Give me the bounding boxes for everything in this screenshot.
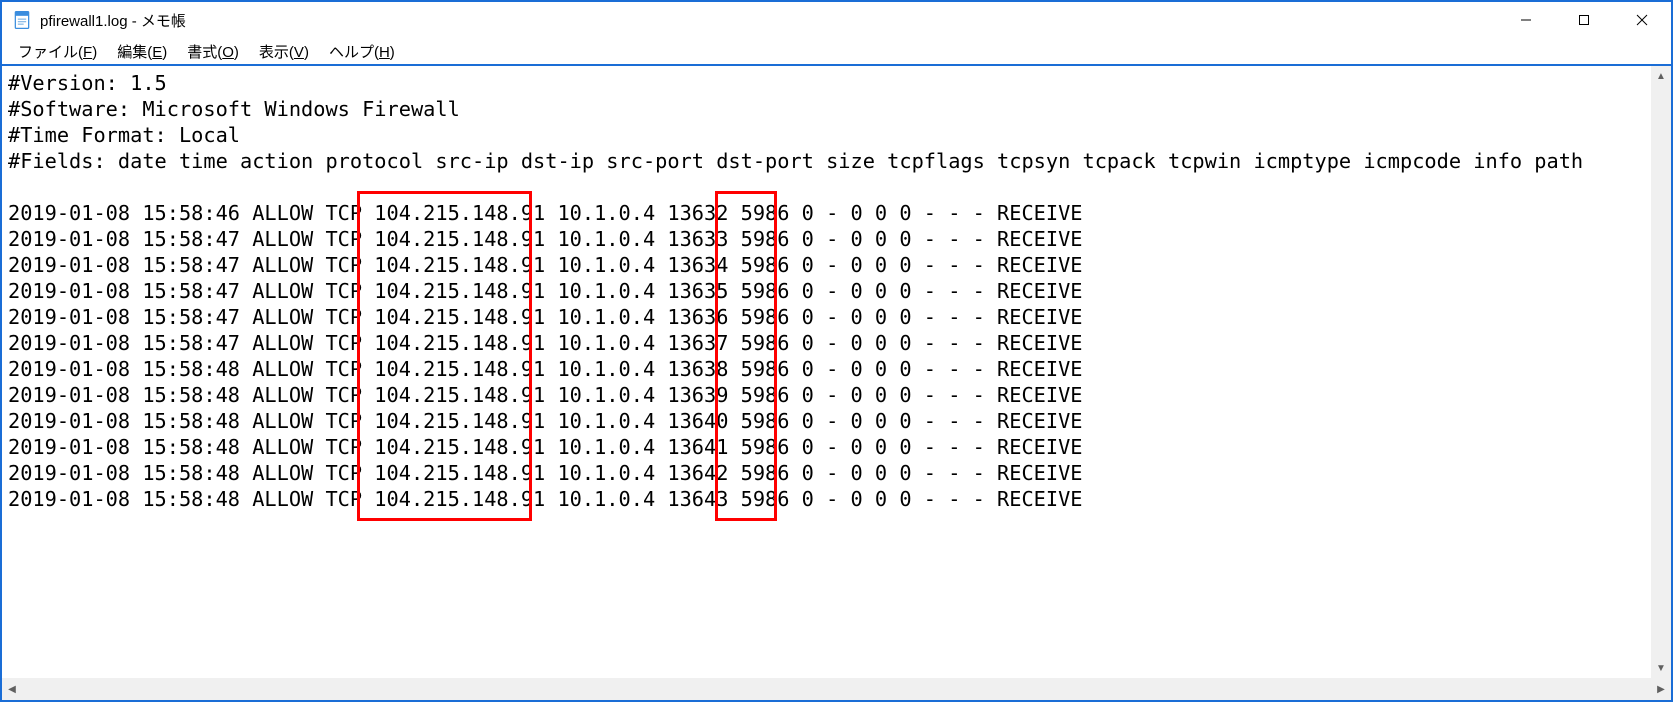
vertical-scrollbar[interactable]: ▲ ▼ [1651,66,1671,678]
close-button[interactable] [1613,2,1671,38]
menu-help[interactable]: ヘルプ(H) [321,39,403,64]
maximize-button[interactable] [1555,2,1613,38]
window-controls [1497,2,1671,38]
scroll-down-icon[interactable]: ▼ [1651,658,1671,678]
vertical-scroll-track[interactable] [1651,86,1671,658]
horizontal-scroll-track[interactable] [22,678,1651,700]
menu-format[interactable]: 書式(O) [179,39,247,64]
scroll-right-icon[interactable]: ▶ [1651,678,1671,700]
text-editor[interactable]: #Version: 1.5 #Software: Microsoft Windo… [2,66,1671,678]
minimize-button[interactable] [1497,2,1555,38]
menu-edit[interactable]: 編集(E) [109,39,175,64]
menubar: ファイル(F) 編集(E) 書式(O) 表示(V) ヘルプ(H) [2,38,1671,66]
notepad-icon [12,10,32,30]
editor-viewport: #Version: 1.5 #Software: Microsoft Windo… [2,66,1671,678]
titlebar[interactable]: pfirewall1.log - メモ帳 [2,2,1671,38]
scroll-left-icon[interactable]: ◀ [2,678,22,700]
scroll-up-icon[interactable]: ▲ [1651,66,1671,86]
menu-file[interactable]: ファイル(F) [10,39,105,64]
window-title: pfirewall1.log - メモ帳 [40,10,186,31]
horizontal-scrollbar[interactable]: ◀ ▶ [2,678,1671,700]
menu-view[interactable]: 表示(V) [251,39,317,64]
